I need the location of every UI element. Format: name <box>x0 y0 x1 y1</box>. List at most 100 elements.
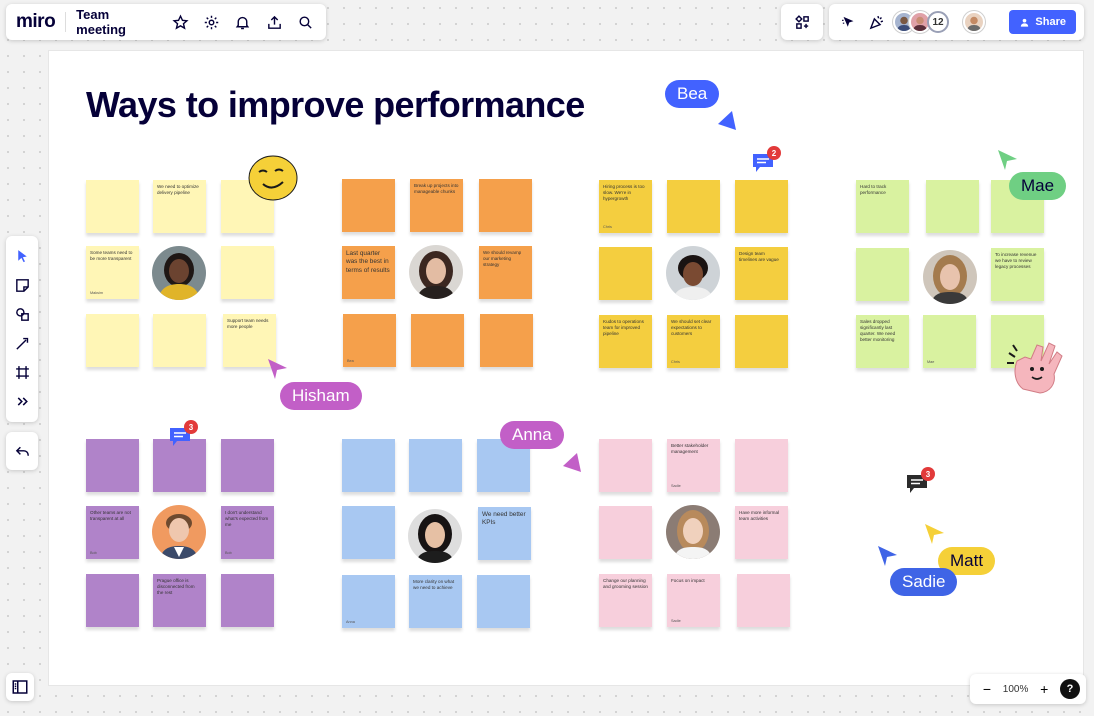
sticky-text: More clarity on what we need to achieve <box>413 579 455 590</box>
sticky-note[interactable] <box>342 506 395 559</box>
zoom-level[interactable]: 100% <box>1003 684 1029 695</box>
gear-icon[interactable] <box>201 11 222 33</box>
cursor-label-hisham: Hisham <box>280 382 362 410</box>
select-tool-icon[interactable] <box>11 246 33 268</box>
more-tools-icon[interactable] <box>11 391 33 413</box>
sticky-note[interactable]: Hiring process is too slow. We're in hyp… <box>599 180 652 233</box>
sticky-note[interactable] <box>86 439 139 492</box>
sticky-note[interactable] <box>86 574 139 627</box>
cursor-label-sadie: Sadie <box>890 568 958 596</box>
sticky-note[interactable]: Mae <box>923 315 976 368</box>
frame-tool-icon[interactable] <box>11 362 33 384</box>
sticky-note[interactable] <box>667 180 720 233</box>
avatar[interactable] <box>963 11 985 33</box>
sticky-note[interactable] <box>221 246 274 299</box>
sticky-note[interactable] <box>480 314 533 367</box>
participant-photo <box>408 509 462 563</box>
pen-tool-icon[interactable] <box>11 333 33 355</box>
comment-thread[interactable]: 3 <box>905 467 935 495</box>
sticky-note[interactable] <box>221 439 274 492</box>
sticky-note[interactable] <box>86 314 139 367</box>
sticky-text: Kudos to operations team for improved pi… <box>603 319 644 336</box>
sticky-author: Maksim <box>90 291 104 296</box>
help-button[interactable]: ? <box>1059 679 1080 699</box>
sticky-note[interactable]: Other teams are not transparent at all Bo… <box>86 506 139 559</box>
board-title[interactable]: Team meeting <box>76 7 160 37</box>
sticky-note[interactable]: Have more informal team activities <box>735 506 788 559</box>
comment-count: 3 <box>921 467 935 481</box>
board-panel-toggle[interactable] <box>6 673 34 701</box>
sticky-author: Sadie <box>671 619 681 624</box>
sticky-note[interactable]: More clarity on what we need to achieve <box>409 575 462 628</box>
sticky-note[interactable] <box>735 439 788 492</box>
sticky-note[interactable]: Prague office is disconnected from the r… <box>153 574 206 627</box>
search-icon[interactable] <box>295 11 316 33</box>
sticky-note[interactable]: We should set clear expectations to cust… <box>667 315 720 368</box>
sticky-note[interactable]: Change our planning and grooming session <box>599 574 652 627</box>
sticky-note[interactable] <box>86 180 139 233</box>
sticky-note[interactable]: To increase revenue we have to review le… <box>991 248 1044 301</box>
comment-thread[interactable]: 2 <box>751 146 781 174</box>
sticky-author: Chris <box>671 360 680 365</box>
comment-thread[interactable]: 3 <box>168 420 198 448</box>
undo-icon[interactable] <box>11 440 33 462</box>
zoom-out-button[interactable]: − <box>976 678 998 700</box>
ok-hand-sticker[interactable] <box>1003 331 1071 399</box>
sticky-text: We should set clear expectations to cust… <box>671 319 712 336</box>
sticky-note[interactable]: Last quarter was the best in terms of re… <box>342 246 395 299</box>
sticky-note[interactable]: Bea <box>343 314 396 367</box>
zoom-in-button[interactable]: + <box>1033 678 1055 700</box>
creation-toolbar <box>6 236 38 422</box>
smiley-sticker[interactable] <box>246 150 300 204</box>
sticky-note[interactable] <box>342 179 395 232</box>
sticky-note[interactable] <box>856 248 909 301</box>
upload-icon[interactable] <box>264 11 285 33</box>
share-button[interactable]: Share <box>1009 10 1076 34</box>
sticky-note[interactable] <box>153 314 206 367</box>
comment-count: 2 <box>767 146 781 160</box>
sticky-note[interactable]: Kudos to operations team for improved pi… <box>599 315 652 368</box>
sticky-note[interactable]: Anna <box>342 575 395 628</box>
sticky-note[interactable] <box>477 575 530 628</box>
sticky-text: We need to optimize delivery pipeline <box>157 184 199 195</box>
sticky-author: Bob <box>90 551 97 556</box>
star-icon[interactable] <box>170 11 191 33</box>
sticky-text: Other teams are not transparent at all <box>90 510 131 521</box>
sticky-note[interactable]: We need to optimize delivery pipeline <box>153 180 206 233</box>
shapes-tool-icon[interactable] <box>11 304 33 326</box>
sticky-note[interactable] <box>599 247 652 300</box>
sticky-note[interactable]: We should revamp our marketing strategy <box>479 246 532 299</box>
sticky-author: Bea <box>347 359 354 364</box>
sticky-note[interactable] <box>737 574 790 627</box>
sticky-note[interactable] <box>735 315 788 368</box>
sticky-note[interactable] <box>926 180 979 233</box>
participant-photo <box>666 246 720 300</box>
board-heading[interactable]: Ways to improve performance <box>86 84 585 126</box>
sticky-note[interactable] <box>409 439 462 492</box>
sticky-note[interactable] <box>599 506 652 559</box>
sticky-note[interactable] <box>221 574 274 627</box>
sticky-note[interactable]: Better stakeholder management Sadie <box>667 439 720 492</box>
sticky-note-tool-icon[interactable] <box>11 275 33 297</box>
bell-icon[interactable] <box>232 11 253 33</box>
sticky-note[interactable]: Break up projects into manageable chunks <box>410 179 463 232</box>
celebrate-icon[interactable] <box>865 11 887 33</box>
cursor-label-anna: Anna <box>500 421 564 449</box>
sticky-note[interactable]: Design team timelines are vague <box>735 247 788 300</box>
sticky-note[interactable]: Focus on impact Sadie <box>667 574 720 627</box>
cursor-follow-icon[interactable] <box>837 11 859 33</box>
apps-icon[interactable] <box>791 11 813 33</box>
sticky-note[interactable]: I don't understand what's expected from … <box>221 506 274 559</box>
sticky-note[interactable] <box>735 180 788 233</box>
sticky-note[interactable] <box>342 439 395 492</box>
sticky-note[interactable]: Some teams need to be more transparent Ma… <box>86 246 139 299</box>
sticky-note[interactable] <box>599 439 652 492</box>
sticky-note[interactable]: Sales dropped significantly last quarter… <box>856 315 909 368</box>
sticky-note[interactable] <box>479 179 532 232</box>
sticky-note[interactable]: Hard to track performance <box>856 180 909 233</box>
sticky-note[interactable] <box>411 314 464 367</box>
sticky-note[interactable]: We need better KPIs <box>478 507 531 560</box>
collaborator-count[interactable]: 12 <box>927 11 949 33</box>
miro-logo[interactable]: miro <box>16 11 56 33</box>
undo-panel <box>6 432 38 470</box>
